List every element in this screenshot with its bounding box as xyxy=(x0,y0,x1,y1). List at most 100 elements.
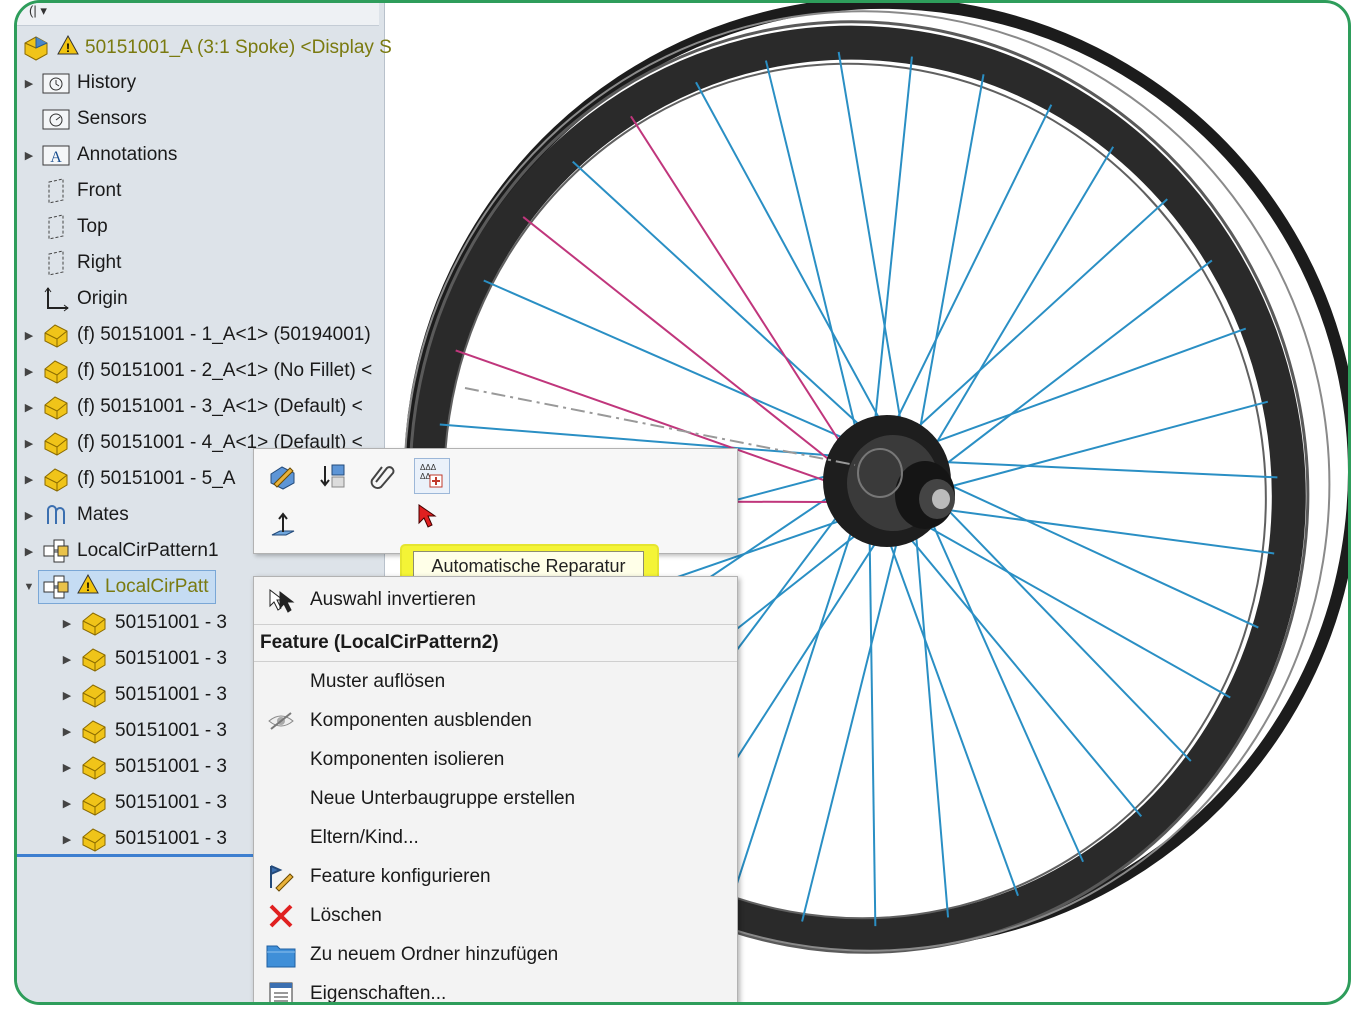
tree-child-part[interactable]: ▶ 50151001 - 3 xyxy=(57,750,227,784)
menu-item-invert-selection[interactable]: Auswahl invertieren xyxy=(254,582,737,618)
root-assembly-label: 50151001_A (3:1 Spoke) <Display S xyxy=(85,37,392,58)
delete-x-icon xyxy=(254,898,308,934)
tree-item-label: 50151001 - 3 xyxy=(115,756,227,777)
part-icon xyxy=(77,608,111,638)
tree-child-part[interactable]: ▶ 50151001 - 3 xyxy=(57,606,227,640)
part-icon xyxy=(39,320,73,350)
expand-arrow-icon[interactable]: ▶ xyxy=(19,401,39,414)
normal-to-button[interactable] xyxy=(266,509,300,543)
properties-icon xyxy=(254,976,308,1002)
part-icon xyxy=(77,644,111,674)
tree-child-part[interactable]: ▶ 50151001 - 3 xyxy=(57,678,227,712)
folder-icon xyxy=(254,937,308,973)
circular-pattern-icon xyxy=(39,572,73,602)
tree-item-pattern2[interactable]: ▼ ! LocalCirPatt xyxy=(19,570,216,604)
tree-item-label: (f) 50151001 - 3_A<1> (Default) < xyxy=(77,396,363,417)
expand-arrow-icon[interactable]: ▶ xyxy=(57,761,77,774)
tree-item-annotations[interactable]: ▶ A Annotations xyxy=(19,138,178,172)
tree-item-mates[interactable]: ▶ Mates xyxy=(19,498,129,532)
menu-item-new-subassembly[interactable]: Neue Unterbaugruppe erstellen xyxy=(254,781,737,817)
expand-arrow-icon[interactable]: ▶ xyxy=(19,77,39,90)
tree-item-history[interactable]: ▶ History xyxy=(19,66,136,100)
expand-arrow-icon[interactable]: ▶ xyxy=(57,833,77,846)
tree-item-label: Right xyxy=(77,252,122,273)
normal-to-icon xyxy=(271,512,295,536)
part-icon xyxy=(39,356,73,386)
edit-component-button[interactable] xyxy=(266,459,300,493)
tree-item-part[interactable]: ▶ (f) 50151001 - 1_A<1> (50194001) xyxy=(19,318,371,352)
spoke xyxy=(801,488,912,922)
tree-item-part[interactable]: ▶ (f) 50151001 - 3_A<1> (Default) < xyxy=(19,390,363,424)
mate-attach-button[interactable] xyxy=(366,459,400,493)
expand-arrow-icon[interactable]: ▶ xyxy=(19,509,39,522)
part-icon xyxy=(77,716,111,746)
expand-arrow-icon[interactable]: ▶ xyxy=(57,653,77,666)
menu-item-properties[interactable]: Eigenschaften... xyxy=(254,976,737,1002)
expand-arrow-icon[interactable]: ▶ xyxy=(19,149,39,162)
tree-item-label: 50151001 - 3 xyxy=(115,684,227,705)
insert-component-button[interactable] xyxy=(316,459,350,493)
tree-item-right-plane[interactable]: Right xyxy=(19,246,121,280)
svg-text:A: A xyxy=(50,149,62,166)
expand-arrow-icon[interactable]: ▶ xyxy=(19,365,39,378)
tree-filter-bar[interactable]: (| ▾ xyxy=(17,3,379,26)
expand-arrow-icon[interactable]: ▶ xyxy=(57,689,77,702)
expand-arrow-icon[interactable]: ▶ xyxy=(19,437,39,450)
plane-icon xyxy=(39,248,73,278)
tree-item-label: Top xyxy=(77,216,108,237)
app-window: (| ▾ ! 50151001_A (3:1 Spoke) <Display S… xyxy=(14,0,1351,1005)
configure-feature-icon xyxy=(254,859,308,895)
expand-arrow-icon[interactable]: ▶ xyxy=(19,473,39,486)
tree-child-part[interactable]: ▶ 50151001 - 3 xyxy=(57,642,227,676)
menu-item-add-to-new-folder[interactable]: Zu neuem Ordner hinzufügen xyxy=(254,937,737,973)
origin-icon xyxy=(39,284,73,314)
mouse-cursor-icon xyxy=(418,504,437,528)
tree-child-part[interactable]: ▶ 50151001 - 3 xyxy=(57,714,227,748)
tree-item-top-plane[interactable]: Top xyxy=(19,210,108,244)
part-icon xyxy=(39,392,73,422)
menu-item-parent-child[interactable]: Eltern/Kind... xyxy=(254,820,737,856)
menu-item-delete[interactable]: Löschen xyxy=(254,898,737,934)
menu-header-label: Feature (LocalCirPattern2) xyxy=(260,632,499,653)
expand-arrow-icon[interactable]: ▶ xyxy=(57,617,77,630)
auto-repair-button[interactable]: ΔΔΔ ΔΔ xyxy=(414,458,450,494)
tree-root-assembly[interactable]: ! 50151001_A (3:1 Spoke) <Display S xyxy=(19,31,392,65)
spoke xyxy=(764,60,870,482)
tree-child-part[interactable]: ▶ 50151001 - 3 xyxy=(57,786,227,820)
menu-item-label: Löschen xyxy=(310,905,382,926)
tree-item-pattern1[interactable]: ▶ LocalCirPattern1 xyxy=(19,534,219,568)
auto-repair-icon: ΔΔΔΔΔ xyxy=(420,463,443,488)
part-icon xyxy=(77,680,111,710)
warning-icon: ! xyxy=(77,573,99,600)
part-icon xyxy=(39,464,73,494)
plane-icon xyxy=(39,176,73,206)
mates-icon xyxy=(39,500,73,530)
menu-item-dissolve-pattern[interactable]: Muster auflösen xyxy=(254,664,737,700)
tree-item-origin[interactable]: Origin xyxy=(19,282,128,316)
expand-arrow-icon[interactable]: ▶ xyxy=(19,329,39,342)
tree-item-part[interactable]: ▶ (f) 50151001 - 2_A<1> (No Fillet) < xyxy=(19,354,372,388)
expand-arrow-icon[interactable]: ▶ xyxy=(57,725,77,738)
tree-item-label: LocalCirPatt xyxy=(105,576,209,597)
tree-item-label: (f) 50151001 - 2_A<1> (No Fillet) < xyxy=(77,360,373,381)
menu-item-isolate-components[interactable]: Komponenten isolieren xyxy=(254,742,737,778)
tree-item-front-plane[interactable]: Front xyxy=(19,174,121,208)
menu-item-hide-components[interactable]: Komponenten ausblenden xyxy=(254,703,737,739)
spoke xyxy=(630,115,871,489)
menu-item-configure-feature[interactable]: Feature konfigurieren xyxy=(254,859,737,895)
expand-arrow-icon[interactable]: ▶ xyxy=(19,545,39,558)
tree-child-part[interactable]: ▶ 50151001 - 3 xyxy=(57,822,227,856)
collapse-arrow-icon[interactable]: ▼ xyxy=(19,581,39,593)
plane-icon xyxy=(39,212,73,242)
selected-feature[interactable]: ! LocalCirPatt xyxy=(38,570,216,604)
expand-arrow-icon[interactable]: ▶ xyxy=(57,797,77,810)
tree-item-part[interactable]: ▶ (f) 50151001 - 5_A xyxy=(19,462,235,496)
spoke xyxy=(878,198,1168,464)
menu-item-label: Auswahl invertieren xyxy=(310,589,476,610)
tree-item-label: (f) 50151001 - 1_A<1> (50194001) xyxy=(77,324,371,345)
invert-selection-icon xyxy=(254,582,308,618)
tree-item-sensors[interactable]: Sensors xyxy=(19,102,147,136)
menu-item-label: Muster auflösen xyxy=(310,671,446,692)
tree-item-label: History xyxy=(77,72,137,93)
spoke xyxy=(868,56,913,474)
